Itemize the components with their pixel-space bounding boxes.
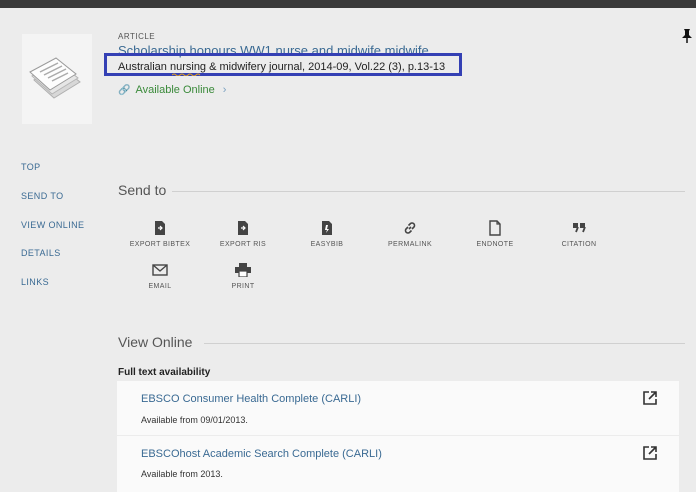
permalink-button[interactable]: PERMALINK <box>368 219 452 248</box>
nav-links[interactable]: LINKS <box>21 277 49 287</box>
fulltext-source-availability: Available from 09/01/2013. <box>141 415 248 425</box>
link-icon <box>404 222 416 234</box>
chevron-right-icon: › <box>222 84 227 96</box>
availability-link[interactable]: 🔗 Available Online › <box>118 84 226 96</box>
export-bibtex-button[interactable]: EXPORT BIBTEX <box>118 219 202 248</box>
send-to-heading: Send to <box>118 182 167 198</box>
citation-button[interactable]: CITATION <box>537 219 621 248</box>
top-bar <box>0 0 696 8</box>
export-ris-button[interactable]: EXPORT RIS <box>201 219 285 248</box>
printer-icon <box>235 263 251 277</box>
spellcheck-underline <box>172 73 201 76</box>
availability-label: Available Online <box>135 84 215 96</box>
nav-top[interactable]: TOP <box>21 162 41 172</box>
fulltext-source-card[interactable]: EBSCOhost Academic Search Complete (CARL… <box>117 436 679 492</box>
pin-icon[interactable] <box>680 28 694 44</box>
file-export-icon <box>155 221 165 235</box>
email-button[interactable]: EMAIL <box>118 261 202 290</box>
view-online-heading: View Online <box>118 334 193 350</box>
email-icon <box>152 264 168 276</box>
document-icon <box>489 220 501 236</box>
view-online-divider <box>204 343 685 344</box>
fulltext-label: Full text availability <box>118 367 211 378</box>
fulltext-source-availability: Available from 2013. <box>141 469 223 479</box>
fulltext-source-card[interactable]: EBSCO Consumer Health Complete (CARLI) A… <box>117 381 679 435</box>
fulltext-source-name[interactable]: EBSCOhost Academic Search Complete (CARL… <box>141 448 382 460</box>
open-external-icon[interactable] <box>642 390 658 406</box>
fulltext-source-name[interactable]: EBSCO Consumer Health Complete (CARLI) <box>141 393 361 405</box>
open-external-icon[interactable] <box>642 445 658 461</box>
nav-details[interactable]: DETAILS <box>21 248 61 258</box>
nav-view-online[interactable]: VIEW ONLINE <box>21 220 84 230</box>
print-button[interactable]: PRINT <box>201 261 285 290</box>
document-stack-icon <box>29 57 81 99</box>
record-type: ARTICLE <box>118 32 156 41</box>
easybib-icon <box>322 221 332 235</box>
easybib-button[interactable]: EASYBIB <box>285 219 369 248</box>
file-export-icon <box>238 221 248 235</box>
endnote-button[interactable]: ENDNOTE <box>453 219 537 248</box>
record-thumbnail <box>22 34 92 124</box>
quote-icon <box>573 223 586 233</box>
send-to-divider <box>172 191 685 192</box>
record-source: Australian nursing & midwifery journal, … <box>118 61 446 73</box>
nav-send-to[interactable]: SEND TO <box>21 191 63 201</box>
link-icon: 🔗 <box>118 84 131 96</box>
